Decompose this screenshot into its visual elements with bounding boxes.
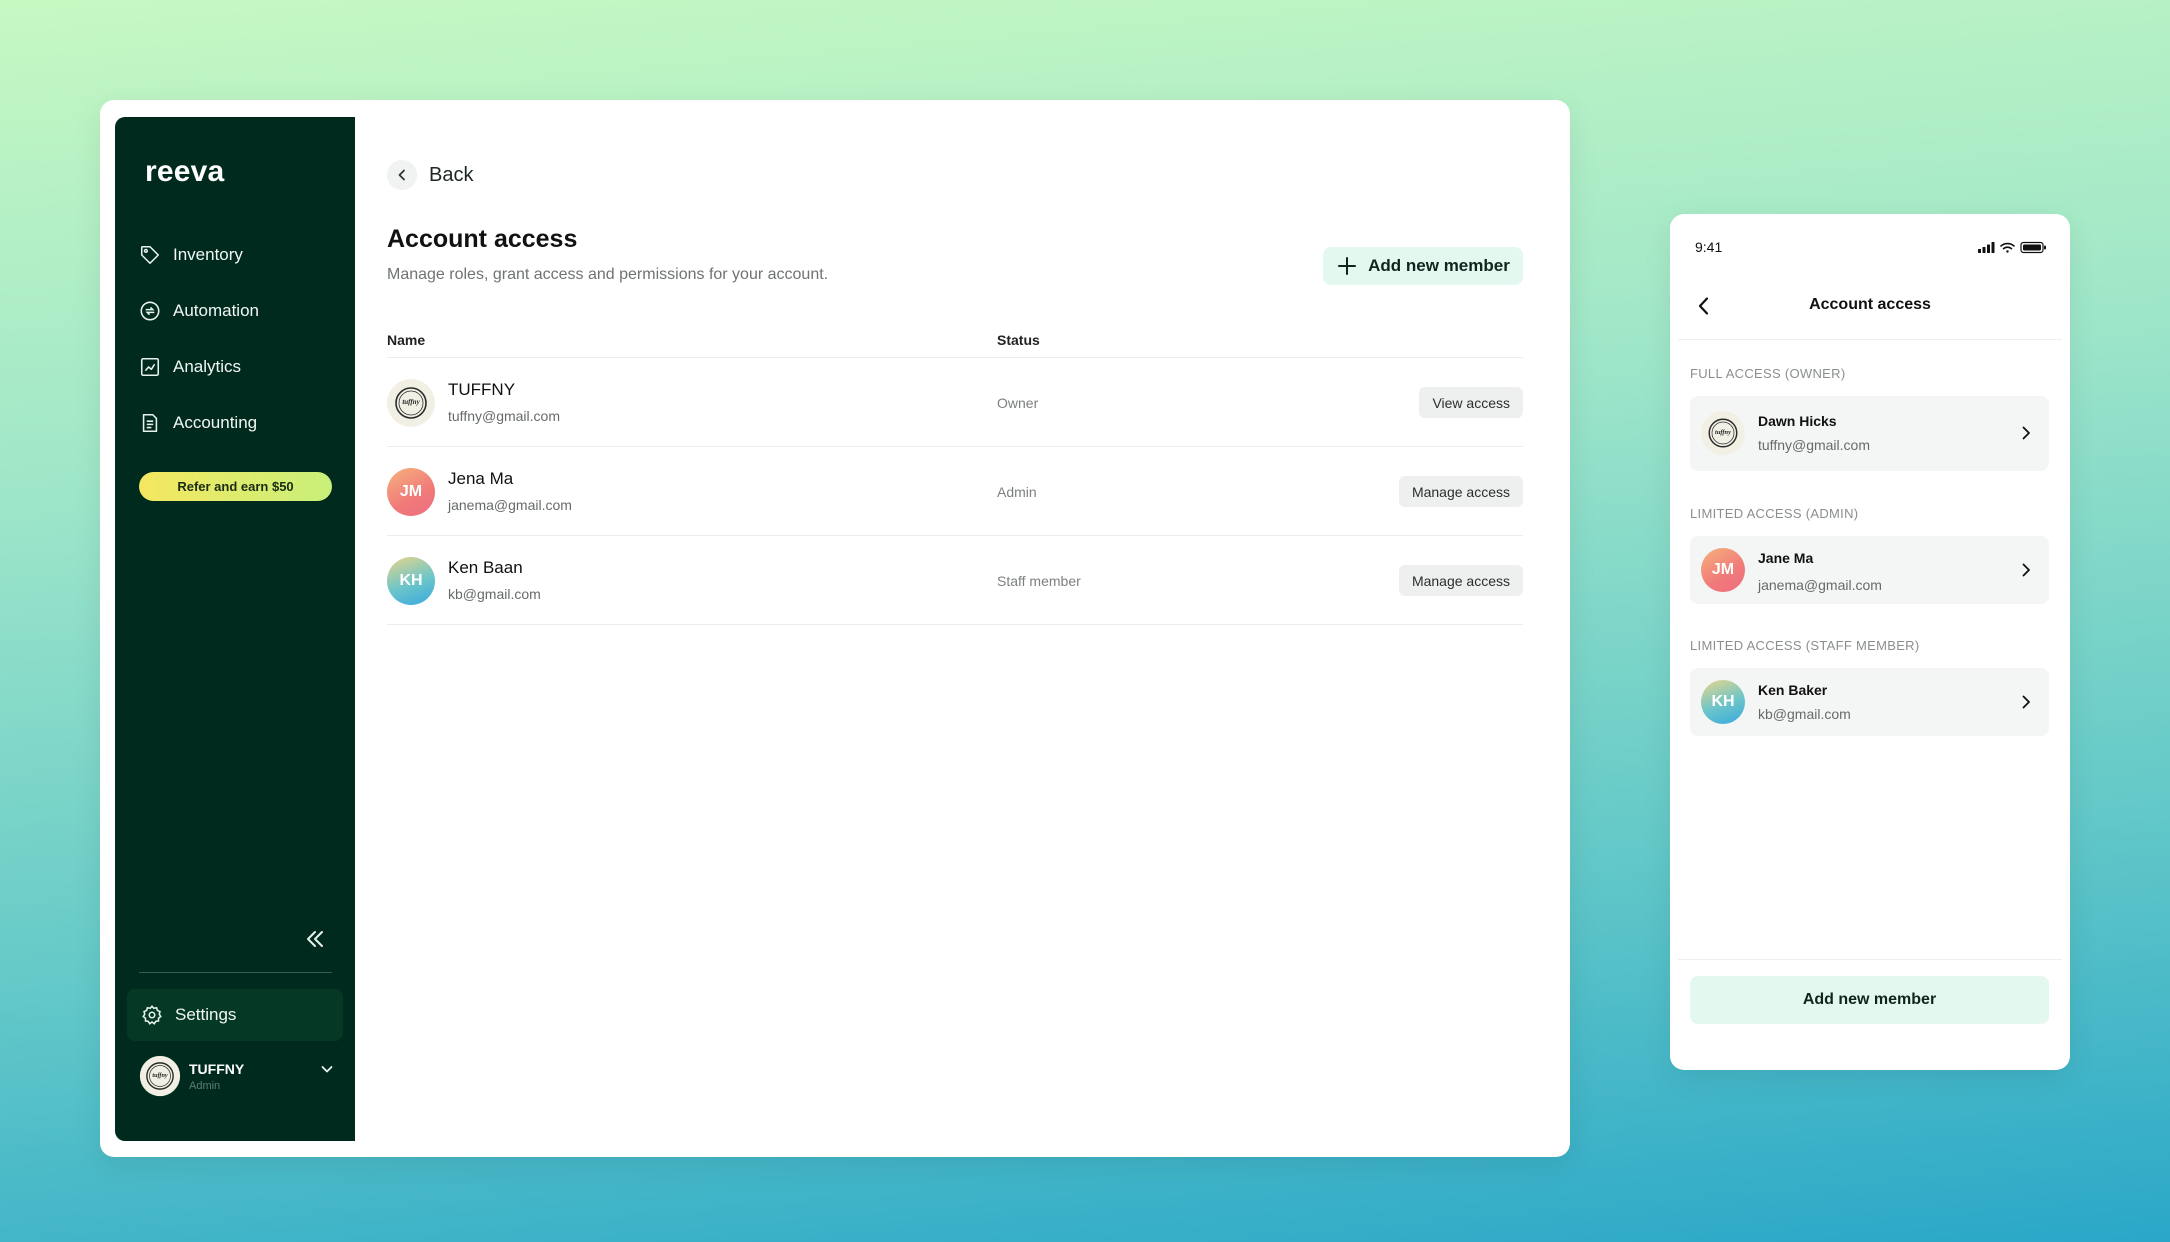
column-header-status: Status [997, 332, 1040, 348]
column-header-name: Name [387, 332, 426, 348]
phone-add-new-member-button[interactable]: Add new member [1690, 976, 2049, 1024]
view-access-button[interactable]: View access [1419, 387, 1523, 418]
svg-text:tuffny: tuffny [152, 1073, 167, 1079]
signal-icon [1978, 242, 1995, 253]
member-email: tuffny@gmail.com [448, 408, 560, 424]
member-card[interactable]: tuffny Dawn Hicks tuffny@gmail.com [1690, 396, 2049, 471]
document-icon [142, 413, 158, 433]
sidebar-item-analytics[interactable]: Analytics [139, 339, 339, 395]
table-header: Name Status [387, 322, 1523, 358]
account-switcher[interactable]: tuffny TUFFNY Admin [139, 1055, 335, 1097]
manage-access-button[interactable]: Manage access [1398, 565, 1523, 596]
settings-label: Settings [175, 1005, 237, 1024]
desktop-window: reeva Inventory Automation Analytics Acc… [100, 100, 1570, 1157]
member-status: Owner [997, 395, 1039, 411]
chevron-right-icon [2022, 426, 2030, 440]
sidebar-item-label: Inventory [173, 245, 243, 264]
automation-icon [140, 301, 160, 321]
sidebar-divider [139, 972, 332, 973]
sidebar-item-settings[interactable]: Settings [127, 989, 343, 1041]
member-card[interactable]: KH Ken Baker kb@gmail.com [1690, 668, 2049, 736]
member-name: Jane Ma [1758, 550, 1814, 566]
member-name: Jena Ma [448, 469, 514, 488]
avatar: JM [387, 468, 435, 516]
member-name: TUFFNY [448, 380, 516, 399]
back-button[interactable]: Back [387, 160, 473, 190]
section-label-admin: LIMITED ACCESS (ADMIN) [1690, 506, 1859, 521]
refer-earn-button[interactable]: Refer and earn $50 [139, 472, 332, 501]
member-status: Staff member [997, 573, 1081, 589]
tuffny-logo-avatar: tuffny [139, 1055, 181, 1097]
member-email: janema@gmail.com [1758, 577, 1882, 593]
chevron-down-icon [321, 1066, 333, 1073]
svg-text:tuffny: tuffny [402, 398, 420, 406]
avatar: KH [1701, 680, 1745, 724]
avatar: JM [1701, 548, 1745, 592]
chevron-right-icon [2022, 695, 2030, 709]
member-email: kb@gmail.com [1758, 706, 1851, 722]
tag-icon [140, 245, 160, 265]
back-circle [387, 160, 417, 190]
tuffny-logo-avatar: tuffny [1701, 411, 1745, 455]
sidebar-item-label: Accounting [173, 413, 258, 432]
plus-icon [1338, 257, 1357, 275]
chevron-left-icon [398, 169, 405, 181]
account-name: TUFFNY [189, 1060, 245, 1077]
main-content: Back Account access Manage roles, grant … [387, 100, 1537, 1157]
table-row: tuffny TUFFNY tuffny@gmail.com Owner Vie… [387, 358, 1523, 447]
add-new-member-label: Add new member [1368, 256, 1510, 275]
add-new-member-button[interactable]: Add new member [1323, 247, 1523, 285]
collapse-sidebar-icon[interactable] [303, 927, 327, 951]
member-email: kb@gmail.com [448, 586, 541, 602]
sidebar-item-inventory[interactable]: Inventory [139, 227, 339, 283]
page-subtitle: Manage roles, grant access and permissio… [387, 266, 829, 283]
battery-icon [2020, 241, 2046, 254]
table-row: JM Jena Ma janema@gmail.com Admin Manage… [387, 447, 1523, 536]
account-role: Admin [189, 1079, 221, 1092]
sidebar-nav: Inventory Automation Analytics Accountin… [139, 227, 339, 451]
status-bar-icons [1978, 241, 2046, 254]
gear-icon [142, 1005, 162, 1025]
member-name: Ken Baan [448, 558, 523, 577]
svg-text:tuffny: tuffny [1715, 429, 1731, 436]
member-email: janema@gmail.com [448, 497, 572, 513]
avatar: KH [387, 557, 435, 605]
section-label-staff: LIMITED ACCESS (STAFF MEMBER) [1690, 638, 1920, 653]
status-bar-time: 9:41 [1695, 239, 1723, 255]
analytics-icon [140, 357, 160, 377]
members-table: Name Status tuffny TUFFNY tuffny@gmail.c… [387, 322, 1523, 625]
back-label: Back [429, 163, 474, 186]
sidebar-item-accounting[interactable]: Accounting [139, 395, 339, 451]
manage-access-button[interactable]: Manage access [1398, 476, 1523, 507]
sidebar-item-automation[interactable]: Automation [139, 283, 339, 339]
member-name: Dawn Hicks [1758, 413, 1837, 429]
section-label-owner: FULL ACCESS (OWNER) [1690, 366, 1846, 381]
member-status: Admin [997, 484, 1037, 500]
phone-footer-divider [1678, 959, 2062, 960]
wifi-icon [2000, 242, 2015, 253]
app-logo: reeva [145, 155, 225, 188]
sidebar: reeva Inventory Automation Analytics Acc… [115, 117, 355, 1141]
phone-page-title: Account access [1809, 296, 1931, 313]
chevron-right-icon [2022, 563, 2030, 577]
table-row: KH Ken Baan kb@gmail.com Staff member Ma… [387, 536, 1523, 625]
tuffny-logo-avatar: tuffny [387, 379, 435, 427]
page-title: Account access [387, 225, 578, 253]
member-email: tuffny@gmail.com [1758, 437, 1870, 453]
sidebar-item-label: Automation [173, 301, 259, 320]
member-name: Ken Baker [1758, 682, 1828, 698]
phone-screen: 9:41 Account access FULL ACCESS (OWNER) … [1670, 214, 2070, 1070]
member-card[interactable]: JM Jane Ma janema@gmail.com [1690, 536, 2049, 604]
phone-header-divider [1678, 339, 2062, 340]
sidebar-item-label: Analytics [173, 357, 242, 376]
